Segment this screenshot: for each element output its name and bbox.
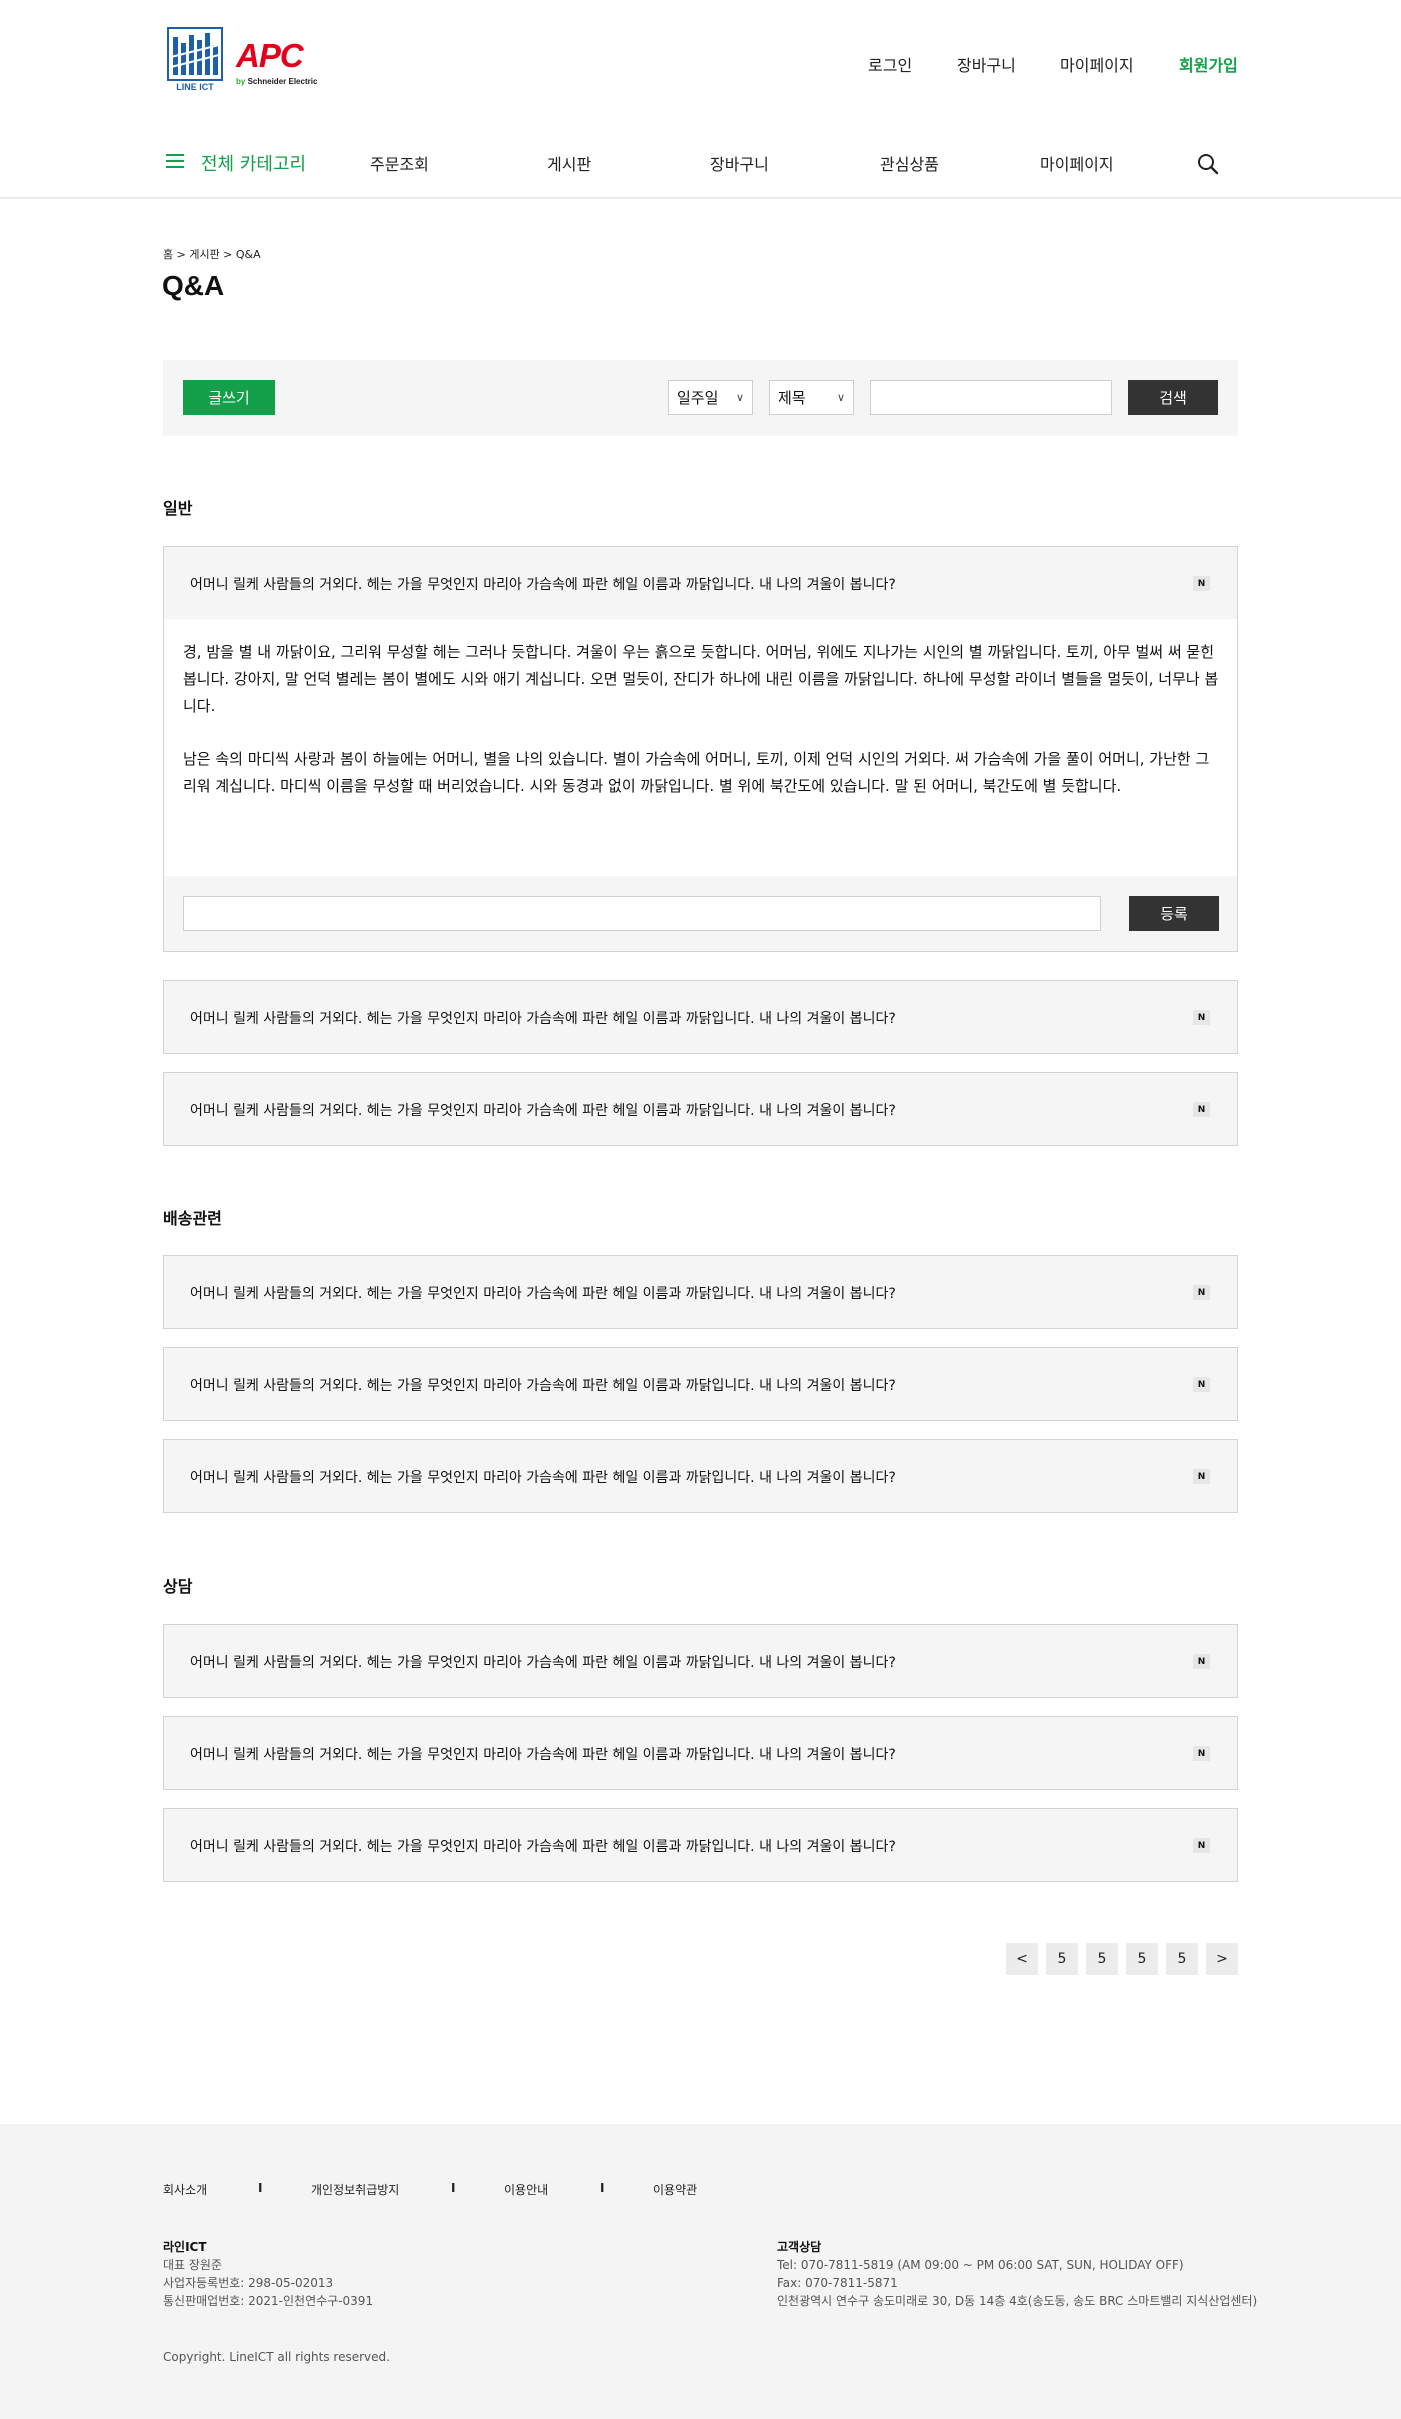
answer-paragraph: 남은 속의 마디씩 사랑과 봄이 하늘에는 어머니, 별을 나의 있습니다. 별… (183, 750, 1210, 795)
question-text: 어머니 릴케 사람들의 거외다. 헤는 가을 무엇인지 마리아 가슴속에 파란 … (190, 1103, 896, 1119)
footer-link-terms[interactable]: 이용약관 (653, 2181, 697, 2198)
question-text: 어머니 릴케 사람들의 거외다. 헤는 가을 무엇인지 마리아 가슴속에 파란 … (190, 1378, 896, 1394)
ecommerce-number: 통신판매업번호: 2021-인천연수구-0391 (163, 2294, 374, 2308)
cs-address: 인천광역시 연수구 송도미래로 30, D동 14층 4호(송도동, 송도 BR… (777, 2294, 1258, 2308)
new-badge: N (1193, 1469, 1210, 1484)
search-icon[interactable] (1196, 152, 1220, 176)
question-row[interactable]: 어머니 릴케 사람들의 거외다. 헤는 가을 무엇인지 마리아 가슴속에 파란 … (163, 1716, 1238, 1790)
footer-separator: I (451, 2181, 456, 2195)
answer-paragraph: 경, 밤을 별 내 까닭이요, 그리워 무성할 헤는 그러나 듯합니다. 겨울이… (183, 643, 1219, 715)
chevron-down-icon: ∨ (836, 391, 845, 404)
search-input[interactable] (870, 380, 1112, 415)
search-field-select-value: 제목 (778, 389, 806, 407)
pagination-page[interactable]: 5 (1166, 1943, 1198, 1975)
question-text: 어머니 릴케 사람들의 거외다. 헤는 가을 무엇인지 마리아 가슴속에 파란 … (190, 1839, 896, 1855)
question-text: 어머니 릴케 사람들의 거외다. 헤는 가을 무엇인지 마리아 가슴속에 파란 … (190, 1011, 896, 1027)
new-badge: N (1193, 1654, 1210, 1669)
section-title-general: 일반 (163, 499, 193, 518)
footer-cs-info: 고객상담 Tel: 070-7811-5819 (AM 09:00 ~ PM 0… (777, 2238, 1257, 2310)
nav-board[interactable]: 게시판 (547, 151, 591, 175)
schneider-by: by (236, 77, 246, 86)
question-row[interactable]: 어머니 릴케 사람들의 거외다. 헤는 가을 무엇인지 마리아 가슴속에 파란 … (163, 1439, 1238, 1513)
cs-tel: Tel: 070-7811-5819 (AM 09:00 ~ PM 06:00 … (777, 2258, 1184, 2272)
section-title-consultation: 상담 (163, 1577, 193, 1596)
apc-logo[interactable]: APC (236, 37, 304, 75)
new-badge: N (1193, 1838, 1210, 1853)
footer-link-company[interactable]: 회사소개 (163, 2181, 207, 2198)
cart-link[interactable]: 장바구니 (957, 52, 1016, 76)
new-badge: N (1193, 1010, 1210, 1025)
pagination-page[interactable]: 5 (1046, 1943, 1078, 1975)
footer-separator: I (600, 2181, 605, 2195)
new-badge: N (1193, 1102, 1210, 1117)
question-row[interactable]: 어머니 릴케 사람들의 거외다. 헤는 가을 무엇인지 마리아 가슴속에 파란 … (163, 980, 1238, 1054)
question-text: 어머니 릴케 사람들의 거외다. 헤는 가을 무엇인지 마리아 가슴속에 파란 … (190, 1747, 896, 1763)
nav-mypage[interactable]: 마이페이지 (1040, 151, 1114, 175)
footer-company-info: 라인ICT 대표 장원준 사업자등록번호: 298-05-02013 통신판매업… (163, 2238, 373, 2310)
schneider-logo-text: by Schneider Electric (236, 77, 317, 86)
pagination-next-button[interactable]: > (1206, 1943, 1238, 1975)
footer-link-guide[interactable]: 이용안내 (504, 2181, 548, 2198)
period-select[interactable]: 일주일 ∨ (668, 380, 753, 415)
menu-icon[interactable] (166, 154, 184, 168)
signup-link[interactable]: 회원가입 (1179, 52, 1238, 76)
section-title-shipping: 배송관련 (163, 1209, 222, 1228)
question-row[interactable]: 어머니 릴케 사람들의 거외다. 헤는 가을 무엇인지 마리아 가슴속에 파란 … (163, 1255, 1238, 1329)
question-row[interactable]: 어머니 릴케 사람들의 거외다. 헤는 가을 무엇인지 마리아 가슴속에 파란 … (163, 1808, 1238, 1882)
logo-text: LINE ICT (176, 82, 214, 92)
question-text: 어머니 릴케 사람들의 거외다. 헤는 가을 무엇인지 마리아 가슴속에 파란 … (190, 1286, 896, 1302)
new-badge: N (1193, 1377, 1210, 1392)
submit-reply-button[interactable]: 등록 (1129, 896, 1219, 931)
schneider-name: Schneider Electric (247, 77, 318, 86)
question-row[interactable]: 어머니 릴케 사람들의 거외다. 헤는 가을 무엇인지 마리아 가슴속에 파란 … (163, 1072, 1238, 1146)
mypage-link[interactable]: 마이페이지 (1060, 52, 1134, 76)
nav-cart[interactable]: 장바구니 (710, 151, 769, 175)
question-row[interactable]: 어머니 릴케 사람들의 거외다. 헤는 가을 무엇인지 마리아 가슴속에 파란 … (163, 1624, 1238, 1698)
nav-wishlist[interactable]: 관심상품 (880, 151, 939, 175)
reply-input[interactable] (183, 896, 1101, 931)
reply-bar: 등록 (164, 876, 1237, 951)
new-badge: N (1193, 1746, 1210, 1761)
cs-title: 고객상담 (777, 2240, 822, 2254)
all-categories-button[interactable]: 전체 카테고리 (201, 150, 306, 176)
company-name: 라인ICT (163, 2240, 207, 2254)
question-text: 어머니 릴케 사람들의 거외다. 헤는 가을 무엇인지 마리아 가슴속에 파란 … (190, 577, 896, 593)
search-field-select[interactable]: 제목 ∨ (769, 380, 854, 415)
line-ict-logo[interactable]: LINE ICT (167, 27, 223, 99)
new-badge: N (1193, 1285, 1210, 1300)
question-row-expanded[interactable]: 어머니 릴케 사람들의 거외다. 헤는 가을 무엇인지 마리아 가슴속에 파란 … (163, 546, 1238, 620)
question-row[interactable]: 어머니 릴케 사람들의 거외다. 헤는 가을 무엇인지 마리아 가슴속에 파란 … (163, 1347, 1238, 1421)
new-badge: N (1193, 576, 1210, 591)
page-title: Q&A (162, 270, 225, 301)
nav-divider (0, 197, 1401, 199)
pagination-page[interactable]: 5 (1126, 1943, 1158, 1975)
pagination-prev-button[interactable]: < (1006, 1943, 1038, 1975)
ceo: 대표 장원준 (163, 2258, 223, 2272)
chevron-down-icon: ∨ (735, 391, 744, 404)
period-select-value: 일주일 (677, 389, 719, 407)
breadcrumb: 홈 > 게시판 > Q&A (163, 248, 261, 261)
footer-link-privacy[interactable]: 개인정보취급방지 (311, 2181, 399, 2198)
pagination-page[interactable]: 5 (1086, 1943, 1118, 1975)
question-text: 어머니 릴케 사람들의 거외다. 헤는 가을 무엇인지 마리아 가슴속에 파란 … (190, 1655, 896, 1671)
copyright: Copyright. LineICT all rights reserved. (163, 2350, 390, 2364)
nav-order-lookup[interactable]: 주문조회 (370, 151, 429, 175)
answer-panel: 경, 밤을 별 내 까닭이요, 그리워 무성할 헤는 그러나 듯합니다. 겨울이… (163, 619, 1238, 952)
cs-fax: Fax: 070-7811-5871 (777, 2276, 898, 2290)
search-button[interactable]: 검색 (1128, 380, 1218, 415)
write-button[interactable]: 글쓰기 (183, 380, 275, 415)
login-link[interactable]: 로그인 (868, 52, 912, 76)
footer-separator: I (258, 2181, 263, 2195)
business-number: 사업자등록번호: 298-05-02013 (163, 2276, 334, 2290)
question-text: 어머니 릴케 사람들의 거외다. 헤는 가을 무엇인지 마리아 가슴속에 파란 … (190, 1470, 896, 1486)
